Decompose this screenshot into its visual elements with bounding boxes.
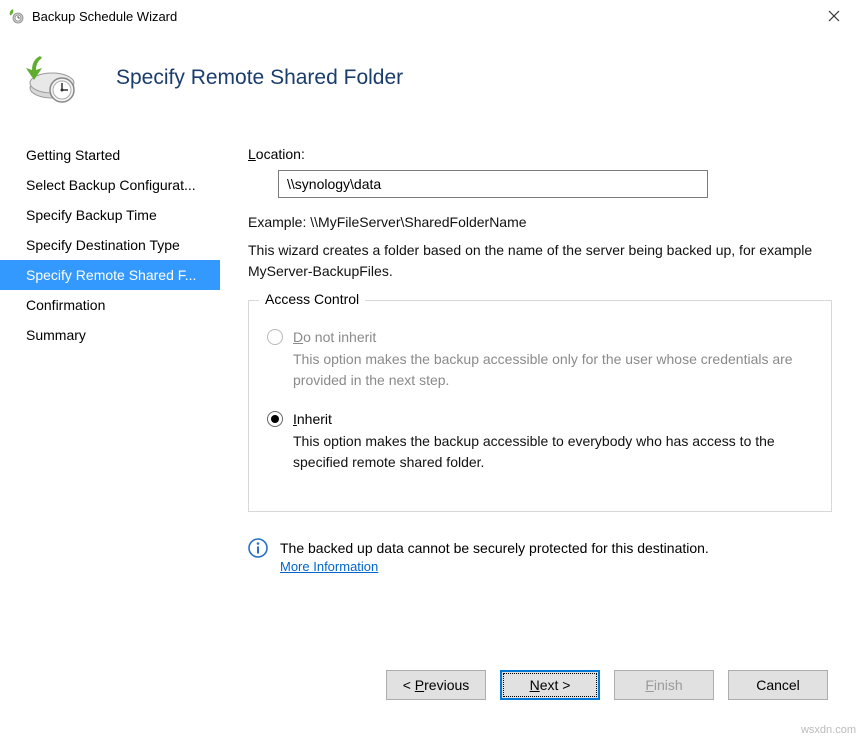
- location-input[interactable]: [278, 170, 708, 198]
- info-row: The backed up data cannot be securely pr…: [248, 538, 832, 574]
- radio-do-not-inherit-label: Do not inherit: [293, 329, 376, 345]
- radio-icon: [267, 411, 283, 427]
- step-confirmation[interactable]: Confirmation: [0, 290, 220, 320]
- previous-button[interactable]: < Previous: [386, 670, 486, 700]
- description-text: This wizard creates a folder based on th…: [248, 240, 832, 282]
- radio-selected-dot-icon: [271, 415, 279, 423]
- step-getting-started[interactable]: Getting Started: [0, 140, 220, 170]
- watermark: wsxdn.com: [801, 724, 856, 736]
- step-specify-backup-time[interactable]: Specify Backup Time: [0, 200, 220, 230]
- close-icon: [828, 10, 840, 22]
- step-specify-destination-type[interactable]: Specify Destination Type: [0, 230, 220, 260]
- info-body: The backed up data cannot be securely pr…: [280, 538, 709, 574]
- close-button[interactable]: [814, 2, 854, 30]
- titlebar-text: Backup Schedule Wizard: [32, 9, 814, 24]
- radio-inherit-label: Inherit: [293, 411, 332, 427]
- radio-do-not-inherit: Do not inherit: [267, 329, 813, 345]
- radio-icon: [267, 329, 283, 345]
- wizard-buttons: < Previous Next > Finish Cancel: [386, 670, 828, 700]
- more-information-link[interactable]: More Information: [280, 559, 378, 574]
- info-icon: [248, 538, 268, 558]
- wizard-content: Getting Started Select Backup Configurat…: [0, 130, 862, 642]
- info-text: The backed up data cannot be securely pr…: [280, 538, 709, 559]
- wizard-header-icon: [22, 50, 78, 106]
- access-control-group: Access Control Do not inherit This optio…: [248, 300, 832, 512]
- next-button[interactable]: Next >: [500, 670, 600, 700]
- page-title: Specify Remote Shared Folder: [116, 66, 403, 90]
- app-icon: [8, 8, 24, 24]
- radio-inherit[interactable]: Inherit: [267, 411, 813, 427]
- wizard-steps-list: Getting Started Select Backup Configurat…: [0, 130, 220, 642]
- step-summary[interactable]: Summary: [0, 320, 220, 350]
- location-label: Location:: [248, 146, 832, 162]
- wizard-main-panel: Location: Example: \\MyFileServer\Shared…: [220, 130, 862, 642]
- wizard-header: Specify Remote Shared Folder: [0, 32, 862, 130]
- step-select-backup-config[interactable]: Select Backup Configurat...: [0, 170, 220, 200]
- radio-inherit-desc: This option makes the backup accessible …: [293, 431, 813, 473]
- access-control-title: Access Control: [259, 291, 365, 307]
- finish-button: Finish: [614, 670, 714, 700]
- cancel-button[interactable]: Cancel: [728, 670, 828, 700]
- example-text: Example: \\MyFileServer\SharedFolderName: [248, 214, 832, 230]
- step-specify-remote-shared-folder[interactable]: Specify Remote Shared F...: [0, 260, 220, 290]
- radio-do-not-inherit-desc: This option makes the backup accessible …: [293, 349, 813, 391]
- titlebar: Backup Schedule Wizard: [0, 0, 862, 32]
